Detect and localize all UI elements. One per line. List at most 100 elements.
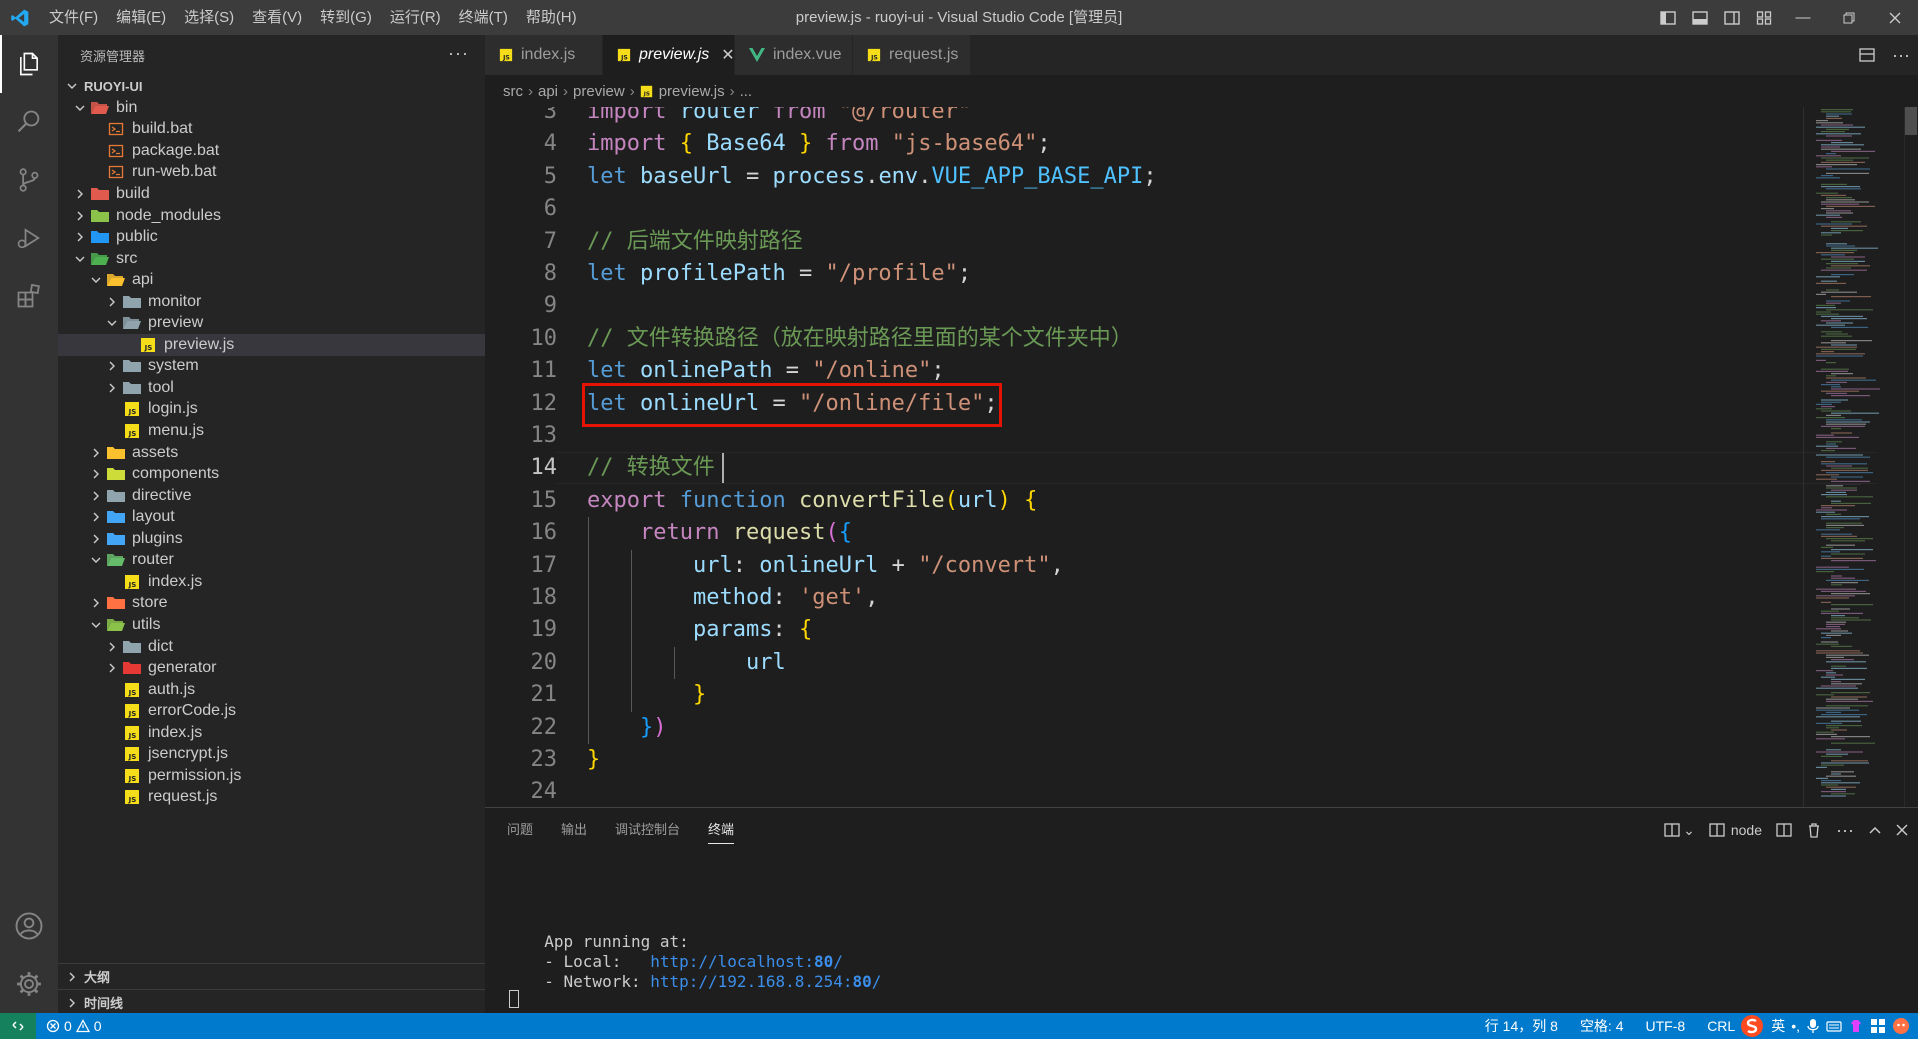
more-editor-actions-icon[interactable]: ··· [1884, 35, 1918, 75]
tree-folder[interactable]: build [58, 183, 485, 205]
code-line[interactable]: // 后端文件映射路径 [587, 226, 803, 258]
kill-terminal-trash-icon[interactable] [1806, 808, 1822, 852]
breadcrumb-item[interactable]: preview.js [659, 83, 725, 100]
tree-file[interactable]: JS jsencrypt.js [58, 744, 485, 766]
tree-folder[interactable]: assets [58, 442, 485, 464]
explorer-icon[interactable] [0, 35, 58, 93]
breadcrumb-item[interactable]: ... [740, 83, 753, 100]
terminal-layout-icon[interactable]: ⌄ [1664, 808, 1695, 852]
menu-item[interactable]: 文件(F) [40, 0, 107, 35]
code-line[interactable]: return request({ [587, 517, 852, 549]
tree-file[interactable]: run-web.bat [58, 162, 485, 184]
tree-folder[interactable]: monitor [58, 291, 485, 313]
menu-item[interactable]: 终端(T) [450, 0, 517, 35]
tree-file[interactable]: build.bat [58, 119, 485, 141]
close-window-icon[interactable] [1872, 0, 1918, 35]
local-url-link[interactable]: http://localhost: [650, 952, 814, 971]
tree-folder[interactable]: bin [58, 97, 485, 119]
terminal-output[interactable]: App running at: - Local: http://localhos… [525, 912, 881, 992]
code-line[interactable]: } [587, 679, 706, 711]
breadcrumb-item[interactable]: src [503, 83, 523, 100]
restore-icon[interactable] [1826, 0, 1872, 35]
workspace-root[interactable]: RUOYI-UI [58, 75, 485, 97]
tab-preview-js[interactable]: JS preview.js ✕ [603, 35, 735, 75]
tree-folder[interactable]: preview [58, 313, 485, 335]
tree-folder[interactable]: directive [58, 485, 485, 507]
problems-status[interactable]: 0 0 [46, 1018, 102, 1034]
encoding-status[interactable]: UTF-8 [1646, 1018, 1686, 1034]
tree-file[interactable]: package.bat [58, 140, 485, 162]
panel-tab[interactable]: 终端 [708, 808, 735, 852]
tree-folder[interactable]: dict [58, 636, 485, 658]
ime-toolbar[interactable]: 英 •, [1739, 1013, 1918, 1039]
menu-item[interactable]: 运行(R) [381, 0, 450, 35]
close-tab-icon[interactable]: ✕ [721, 45, 734, 65]
tree-file[interactable]: JS permission.js [58, 765, 485, 787]
tree-folder[interactable]: generator [58, 657, 485, 679]
tree-folder[interactable]: router [58, 550, 485, 572]
tree-file[interactable]: JS errorCode.js [58, 700, 485, 722]
tree-file[interactable]: JS menu.js [58, 420, 485, 442]
menu-item[interactable]: 转到(G) [311, 0, 381, 35]
code-line[interactable]: }) [587, 712, 667, 744]
timeline-section[interactable]: 时间线 [58, 989, 485, 1013]
customize-layout-icon[interactable] [1748, 0, 1780, 35]
tree-folder[interactable]: node_modules [58, 205, 485, 227]
tree-folder[interactable]: layout [58, 506, 485, 528]
panel-tab[interactable]: 输出 [561, 808, 587, 852]
more-panel-actions-icon[interactable]: ··· [1836, 808, 1854, 852]
tab-index-js[interactable]: JS index.js [485, 35, 603, 75]
tree-file[interactable]: JS preview.js [58, 334, 485, 356]
split-editor-icon[interactable] [1850, 35, 1884, 75]
split-terminal-icon[interactable] [1776, 808, 1792, 852]
editor-scrollbar-thumb[interactable] [1905, 107, 1917, 135]
breadcrumb-item[interactable]: preview [573, 83, 625, 100]
tree-folder[interactable]: tool [58, 377, 485, 399]
tree-file[interactable]: JS index.js [58, 722, 485, 744]
close-panel-icon[interactable] [1896, 808, 1908, 852]
accounts-icon[interactable] [0, 897, 58, 955]
code-line[interactable]: // 文件转换路径（放在映射路径里面的某个文件夹中） [587, 323, 1133, 355]
menu-item[interactable]: 帮助(H) [517, 0, 586, 35]
code-line[interactable]: params: { [587, 614, 812, 646]
terminal-select[interactable]: node [1709, 808, 1762, 852]
tree-folder[interactable]: public [58, 226, 485, 248]
code-line[interactable]: import router from "@/router" [587, 107, 971, 128]
more-actions-icon[interactable]: ··· [448, 35, 469, 71]
tab-request-js[interactable]: JS request.js [853, 35, 971, 75]
tree-file[interactable]: JS login.js [58, 399, 485, 421]
code-line[interactable]: import { Base64 } from "js-base64"; [587, 128, 1051, 160]
menu-item[interactable]: 查看(V) [243, 0, 311, 35]
eol-status[interactable]: CRL [1707, 1018, 1735, 1034]
panel-tab[interactable]: 调试控制台 [615, 808, 680, 852]
menu-item[interactable]: 选择(S) [175, 0, 243, 35]
network-url-link[interactable]: http://192.168.8.254: [650, 972, 852, 991]
breadcrumb-item[interactable]: api [538, 83, 558, 100]
minimize-icon[interactable]: — [1780, 0, 1826, 35]
search-icon[interactable] [0, 93, 58, 151]
tree-folder[interactable]: utils [58, 614, 485, 636]
run-debug-icon[interactable] [0, 209, 58, 267]
code-line[interactable]: } [587, 744, 600, 776]
code-line[interactable]: export function convertFile(url) { [587, 485, 1037, 517]
tree-folder[interactable]: src [58, 248, 485, 270]
manage-gear-icon[interactable] [0, 955, 58, 1013]
code-line[interactable]: let profilePath = "/profile"; [587, 258, 971, 290]
code-line[interactable]: let baseUrl = process.env.VUE_APP_BASE_A… [587, 161, 1157, 193]
panel-tab[interactable]: 问题 [507, 808, 533, 852]
toggle-secondary-sidebar-icon[interactable] [1716, 0, 1748, 35]
code-line[interactable]: // 转换文件 [587, 452, 715, 484]
menu-item[interactable]: 编辑(E) [107, 0, 175, 35]
tab-index-vue[interactable]: index.vue [735, 35, 853, 75]
tree-folder[interactable]: api [58, 269, 485, 291]
tree-file[interactable]: JS request.js [58, 787, 485, 809]
tree-folder[interactable]: store [58, 593, 485, 615]
cursor-position[interactable]: 行 14，列 8 [1485, 1016, 1558, 1036]
source-control-icon[interactable] [0, 151, 58, 209]
tree-folder[interactable]: system [58, 356, 485, 378]
toggle-primary-sidebar-icon[interactable] [1652, 0, 1684, 35]
code-editor[interactable]: 3 import router from "@/router" 4 import { … [485, 107, 1918, 807]
editor-scrollbar[interactable] [1904, 107, 1918, 807]
toggle-panel-icon[interactable] [1684, 0, 1716, 35]
tree-file[interactable]: JS auth.js [58, 679, 485, 701]
